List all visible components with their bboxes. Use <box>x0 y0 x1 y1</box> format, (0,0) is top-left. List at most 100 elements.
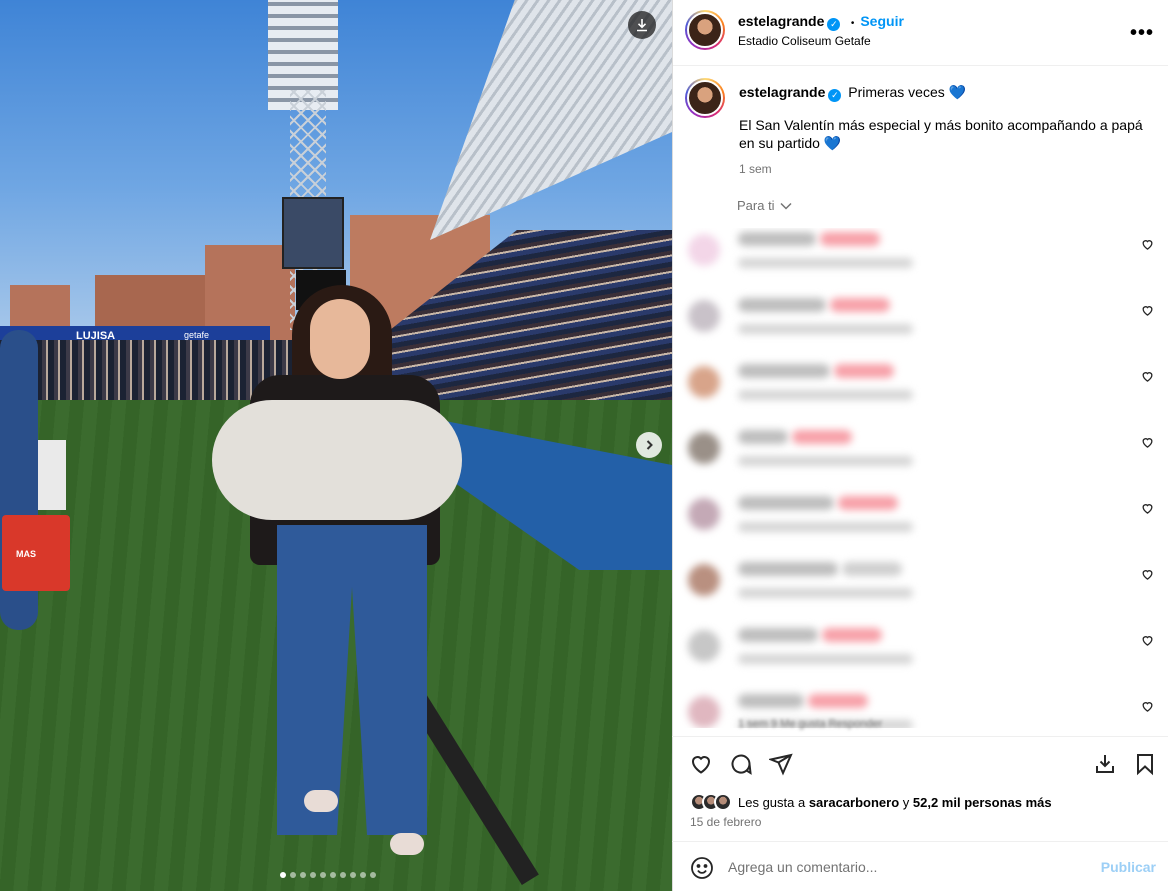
comment-text-blurred <box>738 694 804 708</box>
heart-icon <box>1142 372 1153 382</box>
carousel-dots <box>280 872 376 878</box>
comment-text-blurred <box>830 298 890 312</box>
comment-row <box>680 558 1160 624</box>
caption-username[interactable]: estelagrande <box>739 84 825 100</box>
share-button[interactable] <box>768 751 794 777</box>
separator-dot: • <box>850 18 855 29</box>
heart-icon <box>1142 702 1153 712</box>
heart-icon <box>1142 504 1153 514</box>
caption-title: Primeras veces 💙 <box>848 84 967 100</box>
heart-icon <box>1142 240 1153 250</box>
next-slide-button[interactable] <box>636 432 662 458</box>
author-avatar[interactable] <box>685 10 725 50</box>
likes-count[interactable]: 52,2 mil personas más <box>913 795 1052 810</box>
commenter-avatar[interactable] <box>688 630 720 662</box>
carousel-dot <box>330 872 336 878</box>
comment-like-button[interactable] <box>1141 436 1154 452</box>
comment-text-blurred <box>738 364 830 378</box>
publish-button[interactable]: Publicar <box>1101 859 1156 875</box>
comment-composer: Publicar <box>672 841 1168 891</box>
commenter-avatar[interactable] <box>688 234 720 266</box>
comment-text-blurred <box>842 562 902 576</box>
commenter-avatar[interactable] <box>688 300 720 332</box>
comment-row <box>680 624 1160 690</box>
more-options-icon[interactable]: ••• <box>1130 22 1154 45</box>
comment-text-blurred <box>822 628 882 642</box>
heart-icon <box>1142 570 1153 580</box>
comment-like-button[interactable] <box>1141 568 1154 584</box>
sort-label: Para ti <box>737 198 775 213</box>
comment-meta-blurred <box>738 522 913 532</box>
comment-like-button[interactable] <box>1141 304 1154 320</box>
comment-like-button[interactable] <box>1141 634 1154 650</box>
carousel-dot <box>350 872 356 878</box>
likes-user[interactable]: saracarbonero <box>809 795 899 810</box>
comment-text-blurred <box>834 364 894 378</box>
commenter-avatar[interactable] <box>688 696 720 728</box>
post-photo[interactable]: LUJISA getafe MAS <box>0 0 672 891</box>
chevron-right-icon <box>646 440 653 450</box>
liker-avatar <box>714 793 732 811</box>
carousel-dot <box>290 872 296 878</box>
carousel-dot <box>320 872 326 878</box>
comment-text-blurred <box>820 232 880 246</box>
follow-button[interactable]: Seguir <box>860 13 904 29</box>
comment-meta-blurred <box>738 390 913 400</box>
save-to-collection-button[interactable] <box>1092 751 1118 777</box>
likes-summary[interactable]: Les gusta a saracarbonero y 52,2 mil per… <box>690 793 1052 811</box>
woman-holding-baby <box>212 285 462 875</box>
post-header: estelagrande ✓ • Seguir Estadio Coliseum G… <box>673 0 1168 66</box>
comment-input[interactable] <box>728 856 1068 878</box>
verified-badge-icon: ✓ <box>827 18 841 31</box>
comment-row <box>680 360 1160 426</box>
post-location[interactable]: Estadio Coliseum Getafe <box>738 34 871 48</box>
comment-like-button[interactable] <box>1141 502 1154 518</box>
heart-icon <box>1142 306 1153 316</box>
comment-like-button[interactable] <box>1141 700 1154 716</box>
verified-badge-icon: ✓ <box>828 89 842 102</box>
comment-like-button[interactable] <box>1141 370 1154 386</box>
comment-row <box>680 426 1160 492</box>
comment-text-blurred <box>738 430 788 444</box>
comment-meta-blurred <box>738 456 913 466</box>
download-button[interactable] <box>628 11 656 39</box>
heart-icon <box>1142 438 1153 448</box>
comment-text-blurred <box>738 496 834 510</box>
case-label: MAS <box>16 549 36 559</box>
commenter-avatar[interactable] <box>688 498 720 530</box>
comment-sort-dropdown[interactable]: Para ti <box>737 198 792 213</box>
likes-prefix: Les gusta a <box>738 794 809 810</box>
comment-meta-blurred <box>738 324 913 334</box>
emoji-icon[interactable] <box>690 856 714 880</box>
bookmark-button[interactable] <box>1132 751 1158 777</box>
download-icon <box>1096 755 1114 773</box>
commenter-avatar[interactable] <box>688 564 720 596</box>
comment-text-blurred <box>838 496 898 510</box>
caption-body: El San Valentín más especial y más bonit… <box>739 117 1143 151</box>
comment-text-blurred <box>792 430 852 444</box>
comment-text-blurred <box>738 298 826 312</box>
comment-meta-blurred <box>738 588 913 598</box>
comment-text-blurred <box>808 694 868 708</box>
carousel-dot <box>360 872 366 878</box>
like-button[interactable] <box>688 751 714 777</box>
heart-icon <box>691 756 711 774</box>
send-icon <box>769 753 793 776</box>
post-date[interactable]: 15 de febrero <box>690 815 761 829</box>
commenter-avatar[interactable] <box>688 366 720 398</box>
comment-row <box>680 492 1160 558</box>
comment-like-button[interactable] <box>1141 238 1154 254</box>
last-comment-meta: 1 sem 9 Me gusta Responder <box>738 718 883 730</box>
caption-time[interactable]: 1 sem <box>739 160 1149 178</box>
comment-meta-blurred <box>738 654 913 664</box>
comment-meta-blurred <box>738 258 913 268</box>
caption-avatar[interactable] <box>685 78 725 118</box>
author-username[interactable]: estelagrande <box>738 13 824 29</box>
caption: estelagrande ✓ Primeras veces 💙 El San Va… <box>739 83 1149 178</box>
chevron-down-icon <box>780 202 792 210</box>
comment-button[interactable] <box>728 751 754 777</box>
commenter-avatar[interactable] <box>688 432 720 464</box>
carousel-dot <box>310 872 316 878</box>
heart-icon <box>1142 636 1153 646</box>
carousel-dot <box>370 872 376 878</box>
